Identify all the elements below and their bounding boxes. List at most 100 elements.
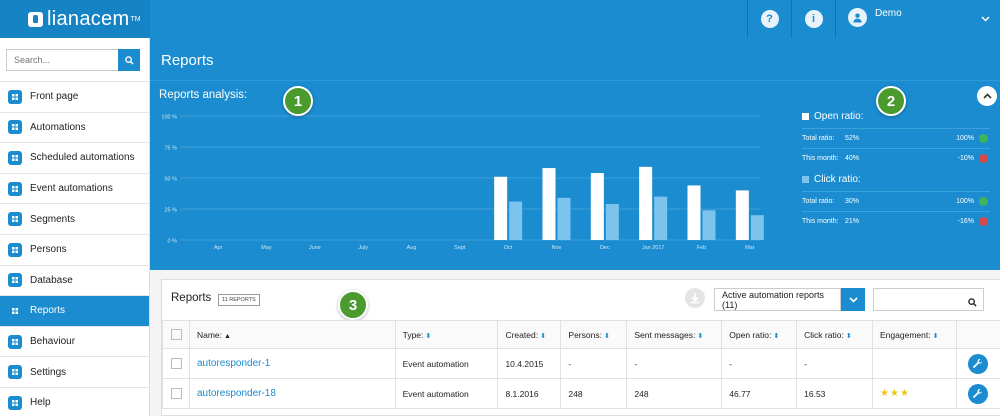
- search-icon: [124, 55, 134, 65]
- sort-icon: ⬍: [773, 332, 780, 340]
- sidebar-item-persons[interactable]: Persons: [0, 235, 149, 266]
- click-month-label: This month:: [802, 218, 839, 225]
- x-tick-label: Aug: [407, 245, 417, 251]
- callout-marker-1: 1: [283, 86, 313, 116]
- sidebar-item-database[interactable]: Database: [0, 266, 149, 297]
- column-header-persons[interactable]: Persons: ⬍: [560, 320, 628, 349]
- help-icon: [8, 395, 22, 410]
- download-button[interactable]: [685, 288, 705, 308]
- column-header-type[interactable]: Type: ⬍: [394, 320, 499, 349]
- sidebar-item-label: Help: [30, 397, 51, 409]
- top-bar: lianacem TM ? i Demo: [0, 0, 1000, 38]
- sidebar-item-label: Database: [30, 274, 73, 286]
- logo-text: lianacem: [47, 7, 130, 30]
- select-all-cell: [162, 320, 190, 349]
- user-menu[interactable]: Demo: [835, 0, 1000, 38]
- sort-icon: ⬍: [540, 332, 546, 340]
- column-header-label: Name:: [196, 329, 223, 340]
- sidebar-item-behaviour[interactable]: Behaviour: [0, 327, 149, 358]
- help-button[interactable]: ?: [747, 0, 791, 38]
- sidebar-item-label: Scheduled automations: [30, 152, 135, 164]
- report-created: 10.4.2015: [497, 348, 562, 379]
- app-root: lianacem TM ? i Demo Front pageAutom: [0, 0, 1000, 416]
- column-header-click-ratio[interactable]: Click ratio: ⬍: [796, 320, 874, 349]
- chevron-down-icon: [981, 14, 990, 25]
- reports-panel: Reports 11 REPORTS Active automation rep…: [161, 279, 1000, 416]
- callout-marker-2: 2: [876, 86, 906, 116]
- click-total-change: 100%: [956, 198, 974, 205]
- sidebar-item-automations[interactable]: Automations: [0, 113, 149, 144]
- y-tick-label: 50 %: [164, 177, 177, 183]
- report-filter-select[interactable]: Active automation reports (11): [714, 288, 841, 311]
- row-actions-cell: [955, 348, 1000, 379]
- sidebar-item-front-page[interactable]: Front page: [0, 82, 149, 113]
- column-header-label: Persons:: [568, 329, 602, 340]
- trend-up-icon: [979, 197, 988, 206]
- divider: [150, 80, 1000, 81]
- click-month-change: -16%: [957, 218, 974, 225]
- y-tick-label: 0 %: [168, 239, 178, 245]
- collapse-button[interactable]: [977, 86, 997, 106]
- column-header-label: Type:: [402, 329, 424, 340]
- row-checkbox[interactable]: [171, 388, 182, 400]
- sidebar-item-event-automations[interactable]: Event automations: [0, 174, 149, 205]
- row-checkbox[interactable]: [171, 358, 182, 370]
- trend-up-icon: [979, 134, 988, 143]
- gears-icon: [8, 365, 22, 380]
- click-ratio-heading: Click ratio:: [802, 174, 990, 185]
- column-header-engagement[interactable]: Engagement: ⬍: [872, 320, 957, 349]
- table-row[interactable]: autoresponder-1 Event automation 10.4.20…: [162, 348, 1000, 379]
- click-total-row: Total ratio: 30% 100%: [802, 191, 990, 211]
- sidebar-item-settings[interactable]: Settings: [0, 357, 149, 388]
- logo[interactable]: lianacem TM: [0, 0, 150, 38]
- report-click-ratio: 16.53: [796, 378, 874, 409]
- sort-asc-icon: ▲: [224, 332, 231, 340]
- table-row[interactable]: autoresponder-18 Event automation 8.1.20…: [162, 378, 1000, 409]
- select-all-checkbox[interactable]: [171, 329, 182, 341]
- chart-bar: [590, 173, 604, 240]
- sidebar-search: [0, 38, 149, 82]
- column-header-label: Click ratio:: [804, 329, 844, 340]
- user-avatar-icon: [848, 8, 867, 27]
- search-input[interactable]: [6, 49, 118, 71]
- search-button[interactable]: [118, 49, 140, 71]
- sort-icon: ⬍: [603, 332, 610, 340]
- sort-icon: ⬍: [845, 332, 852, 340]
- y-tick-label: 25 %: [164, 208, 177, 214]
- sidebar-item-scheduled-automations[interactable]: Scheduled automations: [0, 143, 149, 174]
- open-ratio-legend-swatch: [802, 113, 809, 120]
- sidebar-item-segments[interactable]: Segments: [0, 204, 149, 235]
- report-persons: 248: [560, 378, 628, 409]
- report-name-link[interactable]: autoresponder-1: [188, 348, 396, 379]
- column-header-sent[interactable]: Sent messages: ⬍: [626, 320, 723, 349]
- hierarchy-icon: [8, 120, 22, 135]
- column-header-label: Engagement:: [880, 329, 931, 340]
- report-type: Event automation: [394, 348, 499, 379]
- column-header-created[interactable]: Created: ⬍: [497, 320, 562, 349]
- calendar-icon: [8, 181, 22, 196]
- sidebar-item-label: Front page: [30, 91, 79, 103]
- sidebar-item-label: Persons: [30, 244, 67, 256]
- x-tick-label: May: [261, 245, 272, 251]
- column-header-name[interactable]: Name: ▲: [188, 320, 396, 349]
- filter-dropdown-button[interactable]: [841, 288, 865, 311]
- sidebar-item-label: Reports: [30, 305, 66, 317]
- table-search-input[interactable]: [873, 288, 984, 311]
- report-name-link[interactable]: autoresponder-18: [188, 378, 396, 409]
- sidebar-item-help[interactable]: Help: [0, 388, 149, 416]
- wrench-icon[interactable]: [967, 353, 988, 374]
- report-sent: -: [626, 348, 723, 379]
- open-total-value: 52%: [845, 135, 860, 142]
- x-tick-label: Mar: [745, 245, 755, 251]
- report-type: Event automation: [394, 378, 499, 409]
- column-header-label: Sent messages:: [634, 329, 696, 340]
- column-header-open-ratio[interactable]: Open ratio: ⬍: [721, 320, 798, 349]
- sidebar-item-reports[interactable]: Reports: [0, 296, 149, 327]
- report-click-ratio: -: [796, 348, 874, 379]
- wrench-icon[interactable]: [967, 383, 988, 404]
- row-actions-cell: [955, 378, 1000, 409]
- info-button[interactable]: i: [791, 0, 835, 38]
- x-tick-label: Oct: [504, 245, 513, 251]
- chart-bar: [605, 204, 619, 240]
- table-header-row: Name: ▲ Type: ⬍ Created: ⬍ Persons: ⬍ Sent m…: [162, 320, 1000, 349]
